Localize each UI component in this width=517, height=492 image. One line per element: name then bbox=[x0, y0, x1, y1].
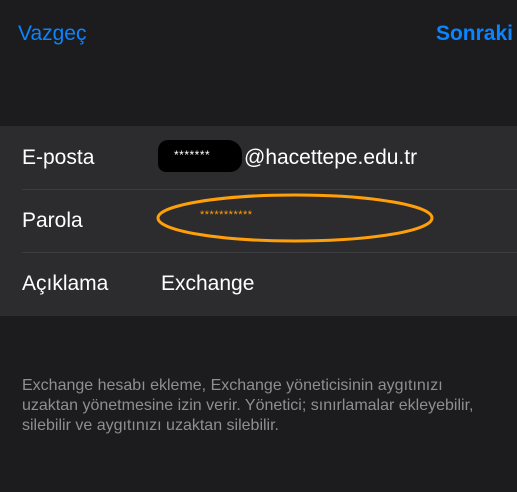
email-row[interactable]: E-posta ******* @hacettepe.edu.tr bbox=[0, 126, 517, 189]
description-label: Açıklama bbox=[22, 272, 109, 295]
password-label: Parola bbox=[22, 209, 83, 232]
password-masked-value: *********** bbox=[200, 209, 253, 221]
exchange-info-text: Exchange hesabı ekleme, Exchange yönetic… bbox=[22, 377, 474, 434]
description-row[interactable]: Açıklama Exchange bbox=[0, 252, 517, 315]
email-domain-value[interactable]: @hacettepe.edu.tr bbox=[244, 146, 417, 170]
exchange-account-setup-screen: Vazgeç Sonraki E-posta ******* @hacettep… bbox=[0, 0, 517, 492]
email-masked-username: ******* bbox=[174, 148, 211, 162]
next-button[interactable]: Sonraki bbox=[436, 22, 513, 46]
navigation-bar: Vazgeç Sonraki bbox=[0, 0, 517, 124]
email-label: E-posta bbox=[22, 146, 95, 169]
account-form: E-posta ******* @hacettepe.edu.tr Parola… bbox=[0, 126, 517, 316]
password-row[interactable]: Parola *********** bbox=[0, 189, 517, 252]
cancel-button[interactable]: Vazgeç bbox=[18, 22, 87, 46]
description-value[interactable]: Exchange bbox=[161, 272, 254, 296]
